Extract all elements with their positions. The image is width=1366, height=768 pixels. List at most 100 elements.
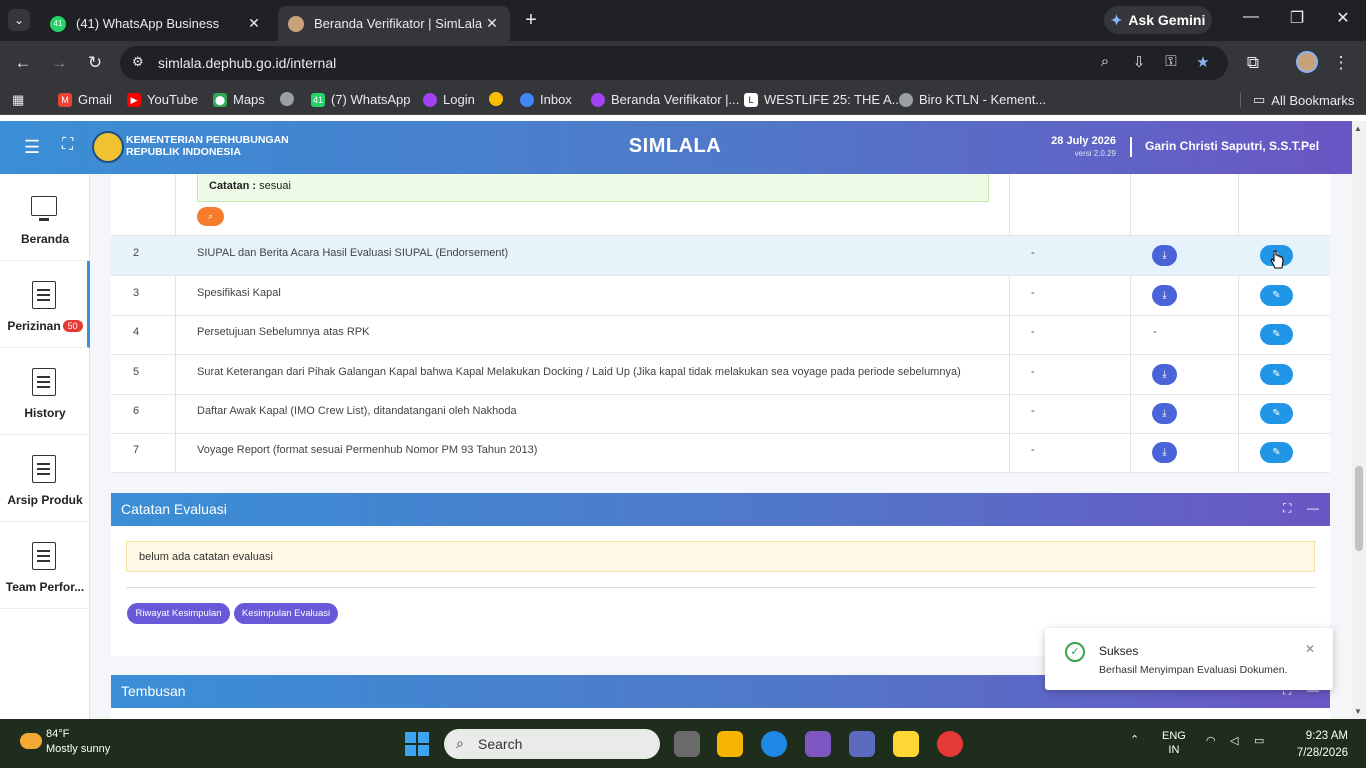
- perizinan-count-badge: 50: [62, 320, 83, 332]
- document-status: -: [1031, 444, 1035, 456]
- whatsapp-icon: 41: [50, 15, 66, 32]
- document-icon: [32, 542, 56, 570]
- download-button[interactable]: ⤓: [1152, 285, 1177, 306]
- weather-temp: 84°F: [46, 728, 70, 740]
- whatsapp-icon: 41: [311, 92, 325, 107]
- bookmark-beranda-verifikator[interactable]: Beranda Verifikator |...: [591, 92, 739, 107]
- restore-button[interactable]: ❐: [1282, 8, 1312, 28]
- collapse-icon[interactable]: —: [1307, 501, 1319, 515]
- document-status: -: [1031, 366, 1035, 378]
- scrollbar-thumb[interactable]: [1355, 466, 1363, 551]
- view-note-button[interactable]: ⌕: [197, 207, 224, 226]
- download-button[interactable]: ⤓: [1152, 403, 1177, 424]
- new-tab-button[interactable]: +: [520, 9, 542, 32]
- download-button[interactable]: ⤓: [1152, 245, 1177, 266]
- chrome-icon[interactable]: [937, 731, 963, 757]
- sidebar-item-history[interactable]: History: [0, 348, 90, 435]
- tab-whatsapp[interactable]: 41 (41) WhatsApp Business ✕: [40, 6, 272, 41]
- edit-button[interactable]: ✎: [1260, 285, 1293, 306]
- document-status: -: [1031, 326, 1035, 338]
- menu-kebab-icon[interactable]: ⋮: [1330, 52, 1352, 74]
- user-name[interactable]: Garin Christi Saputri, S.S.T.Pel: [1145, 139, 1319, 153]
- edit-button[interactable]: ✎: [1260, 364, 1293, 385]
- bookmark-maps[interactable]: ⬤ Maps: [213, 92, 265, 107]
- battery-icon[interactable]: ▭: [1254, 734, 1264, 748]
- header-divider: [1130, 137, 1132, 157]
- youtube-icon: ▶: [127, 92, 141, 107]
- address-bar[interactable]: ⚙ simlala.dephub.go.id/internal ⌕ ⇩ ⚿ ★: [120, 46, 1228, 80]
- language-indicator[interactable]: ENG IN: [1162, 729, 1186, 757]
- edit-button[interactable]: ✎: [1260, 442, 1293, 463]
- sidebar-item-team-performance[interactable]: Team Perfor...: [0, 522, 90, 609]
- documents-table: Catatan : sesuai ⌕ 2 SIUPAL dan Berita A…: [111, 174, 1330, 473]
- sidebar-item-beranda[interactable]: Beranda: [0, 174, 90, 261]
- camera-app-icon[interactable]: [849, 731, 875, 757]
- scroll-up-icon[interactable]: ▲: [1354, 124, 1362, 133]
- edit-button[interactable]: ✎: [1260, 403, 1293, 424]
- note-label: Catatan :: [209, 180, 257, 192]
- volume-icon[interactable]: ◁: [1230, 734, 1238, 748]
- bookmark-youtube[interactable]: ▶ YouTube: [127, 92, 198, 107]
- task-view-icon[interactable]: [674, 731, 700, 757]
- document-icon: [32, 368, 56, 396]
- zoom-icon[interactable]: ⌕: [1094, 53, 1116, 70]
- weather-sun-icon[interactable]: [20, 733, 42, 749]
- kesimpulan-evaluasi-button[interactable]: Kesimpulan Evaluasi: [234, 603, 338, 624]
- password-key-icon[interactable]: ⚿: [1160, 53, 1182, 70]
- edge-browser-icon[interactable]: [761, 731, 787, 757]
- close-tab-icon[interactable]: ✕: [484, 15, 500, 32]
- bookmark-whatsapp[interactable]: 41 (7) WhatsApp: [311, 92, 410, 107]
- ask-gemini-button[interactable]: ✦ Ask Gemini: [1104, 6, 1212, 34]
- install-app-icon[interactable]: ⇩: [1128, 53, 1150, 71]
- download-button[interactable]: ⤓: [1152, 442, 1177, 463]
- wifi-icon[interactable]: ◠: [1206, 734, 1216, 748]
- windows-start-icon[interactable]: [405, 732, 429, 756]
- expand-icon[interactable]: ⛶: [1283, 501, 1291, 516]
- close-toast-icon[interactable]: ✕: [1305, 642, 1315, 656]
- download-button[interactable]: ⤓: [1152, 364, 1177, 385]
- minimize-button[interactable]: —: [1236, 8, 1266, 26]
- hamburger-menu-icon[interactable]: ☰: [24, 137, 40, 158]
- extensions-icon[interactable]: ⧉: [1242, 52, 1264, 74]
- taskbar-search[interactable]: ⌕ Search: [444, 729, 660, 759]
- sticky-notes-icon[interactable]: [893, 731, 919, 757]
- lang-primary: ENG: [1162, 730, 1186, 742]
- close-tab-icon[interactable]: ✕: [246, 15, 262, 32]
- sidebar-item-perizinan[interactable]: Perizinan 50: [0, 261, 90, 348]
- file-explorer-icon[interactable]: [717, 731, 743, 757]
- tab-simlala[interactable]: Beranda Verifikator | SimLala ✕: [278, 6, 510, 41]
- apps-grid-icon[interactable]: ▦: [12, 92, 24, 108]
- edit-icon: ✎: [1272, 290, 1281, 301]
- fullscreen-icon[interactable]: ⛶: [62, 136, 73, 154]
- table-row: 3 Spesifikasi Kapal - ⤓ ✎: [111, 276, 1330, 316]
- system-clock[interactable]: 9:23 AM 7/28/2026: [1290, 728, 1348, 762]
- bookmark-gmail[interactable]: M Gmail: [58, 92, 112, 107]
- site-info-icon[interactable]: ⚙: [132, 54, 144, 70]
- forward-button[interactable]: →: [48, 52, 70, 74]
- reload-button[interactable]: ↻: [84, 52, 106, 74]
- page-scrollbar[interactable]: ▲ ▼: [1352, 121, 1366, 719]
- sidebar-item-arsip-produk[interactable]: Arsip Produk: [0, 435, 90, 522]
- header-date: 28 July 2026: [1051, 135, 1116, 147]
- bookmark-biro-ktln[interactable]: Biro KTLN - Kement...: [899, 92, 1046, 107]
- edit-button[interactable]: ✎: [1260, 324, 1293, 345]
- riwayat-kesimpulan-button[interactable]: Riwayat Kesimpulan: [127, 603, 230, 624]
- bookmark-globe[interactable]: [280, 92, 294, 106]
- tab-search-button[interactable]: ⌄: [8, 9, 30, 31]
- bookmark-inbox[interactable]: Inbox: [520, 92, 572, 107]
- weather-widget[interactable]: 84°F Mostly sunny: [46, 727, 110, 757]
- bookmarks-bar: ▦ M Gmail ▶ YouTube ⬤ Maps 41 (7) WhatsApp L…: [0, 85, 1366, 115]
- show-hidden-icons-icon[interactable]: ⌃: [1130, 733, 1139, 747]
- back-button[interactable]: ←: [12, 52, 34, 74]
- close-window-button[interactable]: ✕: [1328, 8, 1358, 28]
- bookmark-westlife[interactable]: L WESTLIFE 25: THE A...: [744, 92, 902, 107]
- bookmark-star-icon[interactable]: ★: [1192, 53, 1214, 71]
- scroll-down-icon[interactable]: ▼: [1354, 707, 1362, 716]
- ministry-logo: [92, 131, 124, 163]
- profile-avatar[interactable]: [1296, 51, 1318, 73]
- all-bookmarks[interactable]: ▭ All Bookmarks: [1240, 92, 1354, 108]
- document-icon: [32, 281, 56, 309]
- bookmark-photos[interactable]: [489, 92, 503, 106]
- bookmark-login[interactable]: Login: [423, 92, 475, 107]
- app-icon[interactable]: [805, 731, 831, 757]
